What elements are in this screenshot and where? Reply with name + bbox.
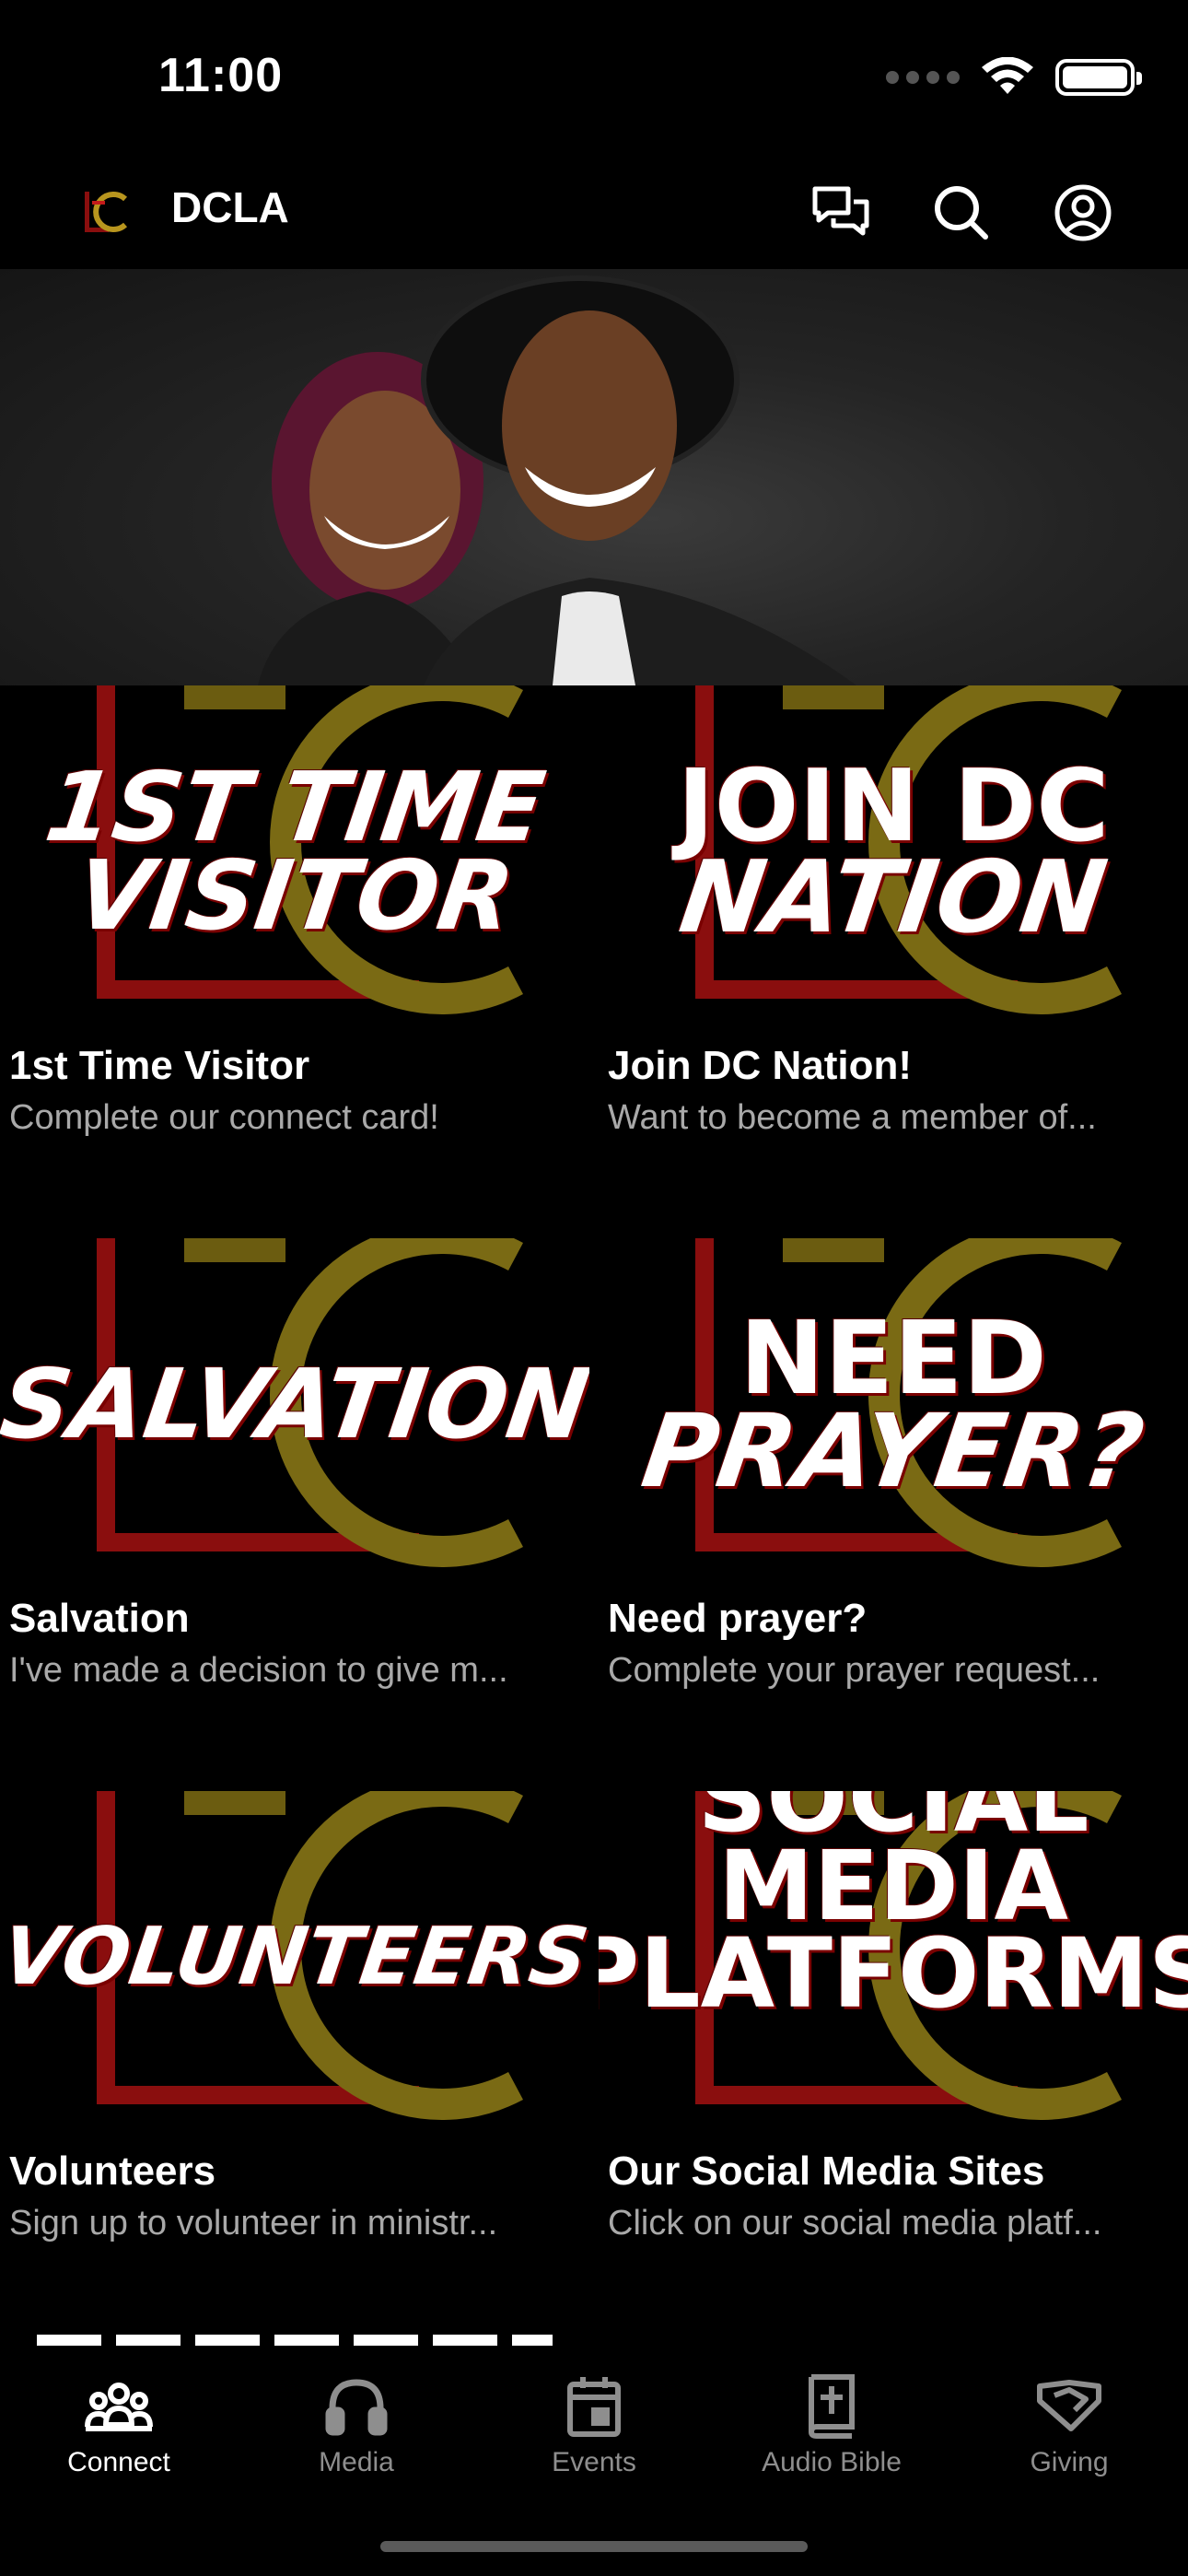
- headphones-icon: [325, 2379, 388, 2436]
- bible-plus-icon: [808, 2374, 855, 2439]
- tile-subtitle: Want to become a member of...: [608, 1098, 1097, 1137]
- status-icons: [886, 57, 1142, 98]
- tile-title: Volunteers: [9, 2149, 216, 2194]
- tile-image-text: 1ST TIME VISITOR: [39, 751, 551, 952]
- tab-label: Giving: [1030, 2447, 1109, 2477]
- tile-image: 1ST TIME VISITOR: [0, 685, 589, 1019]
- battery-icon: [1055, 59, 1142, 96]
- tab-label: Media: [319, 2447, 394, 2477]
- tile-first-time-visitor[interactable]: 1ST TIME VISITOR 1st Time Visitor Comple…: [0, 685, 589, 1138]
- handshake-heart-icon: [1037, 2380, 1101, 2431]
- tile-subtitle: Complete our connect card!: [9, 1098, 439, 1137]
- home-indicator[interactable]: [380, 2541, 808, 2552]
- tile-image-text: NEED PRAYER?: [635, 1298, 1151, 1510]
- tab-events[interactable]: Events: [475, 2373, 713, 2493]
- tile-image: SOCIAL MEDIA PLATFORMS: [599, 1791, 1188, 2125]
- tile-title: 1st Time Visitor: [9, 1043, 310, 1088]
- tile-social-media[interactable]: SOCIAL MEDIA PLATFORMS Our Social Media …: [599, 1791, 1188, 2243]
- tile-subtitle: Sign up to volunteer in ministr...: [9, 2204, 498, 2242]
- tile-subtitle: Click on our social media platf...: [608, 2204, 1102, 2242]
- hero-photo: [258, 275, 856, 685]
- chat-bubbles-icon: [812, 186, 869, 236]
- search-button[interactable]: [922, 173, 1001, 252]
- tile-image-text: VOLUNTEERS: [0, 1911, 589, 2004]
- tile-title: Salvation: [9, 1596, 190, 1641]
- tab-label: Connect: [67, 2447, 170, 2477]
- tile-image: SALVATION: [0, 1238, 589, 1572]
- messages-button[interactable]: [801, 173, 880, 252]
- tile-image-text: SALVATION: [0, 1348, 589, 1461]
- search-icon: [935, 186, 988, 240]
- account-circle-icon: [1054, 184, 1112, 241]
- app-header: DCLA: [0, 157, 1188, 269]
- tile-subtitle: I've made a decision to give m...: [9, 1651, 508, 1690]
- tab-label: Events: [552, 2447, 636, 2477]
- tile-image: NEED PRAYER?: [599, 1238, 1188, 1572]
- status-time: 11:00: [158, 49, 284, 102]
- tile-salvation[interactable]: SALVATION Salvation I've made a decision…: [0, 1238, 589, 1691]
- app-title: DCLA: [171, 183, 289, 231]
- tab-giving[interactable]: Giving: [950, 2373, 1188, 2493]
- tab-label: Audio Bible: [762, 2447, 902, 2477]
- people-icon: [85, 2383, 153, 2431]
- wifi-icon: [982, 57, 1033, 94]
- tab-audio-bible[interactable]: Audio Bible: [713, 2373, 950, 2493]
- cellular-signal-icon: [886, 71, 960, 84]
- tile-image: VOLUNTEERS: [0, 1791, 589, 2125]
- profile-button[interactable]: [1043, 173, 1123, 252]
- tile-join-dc-nation[interactable]: JOIN DC NATION Join DC Nation! Want to b…: [599, 685, 1188, 1138]
- dcla-logo-icon: [85, 192, 128, 232]
- tile-title: Our Social Media Sites: [608, 2149, 1045, 2194]
- status-bar: 11:00: [0, 0, 1188, 157]
- tab-connect[interactable]: Connect: [0, 2373, 238, 2493]
- tile-image-text: SOCIAL MEDIA PLATFORMS: [599, 1791, 1188, 2031]
- tile-subtitle: Complete your prayer request...: [608, 1651, 1101, 1690]
- tile-image: JOIN DC NATION: [599, 685, 1188, 1019]
- tile-title: Join DC Nation!: [608, 1043, 912, 1088]
- tile-title: Need prayer?: [608, 1596, 868, 1641]
- tab-media[interactable]: Media: [238, 2373, 475, 2493]
- tile-need-prayer[interactable]: NEED PRAYER? Need prayer? Complete your …: [599, 1238, 1188, 1691]
- tile-volunteers[interactable]: VOLUNTEERS Volunteers Sign up to volunte…: [0, 1791, 589, 2243]
- tile-image-text: JOIN DC NATION: [673, 748, 1113, 955]
- hero-banner-image[interactable]: [0, 269, 1188, 685]
- calendar-icon: [567, 2377, 621, 2437]
